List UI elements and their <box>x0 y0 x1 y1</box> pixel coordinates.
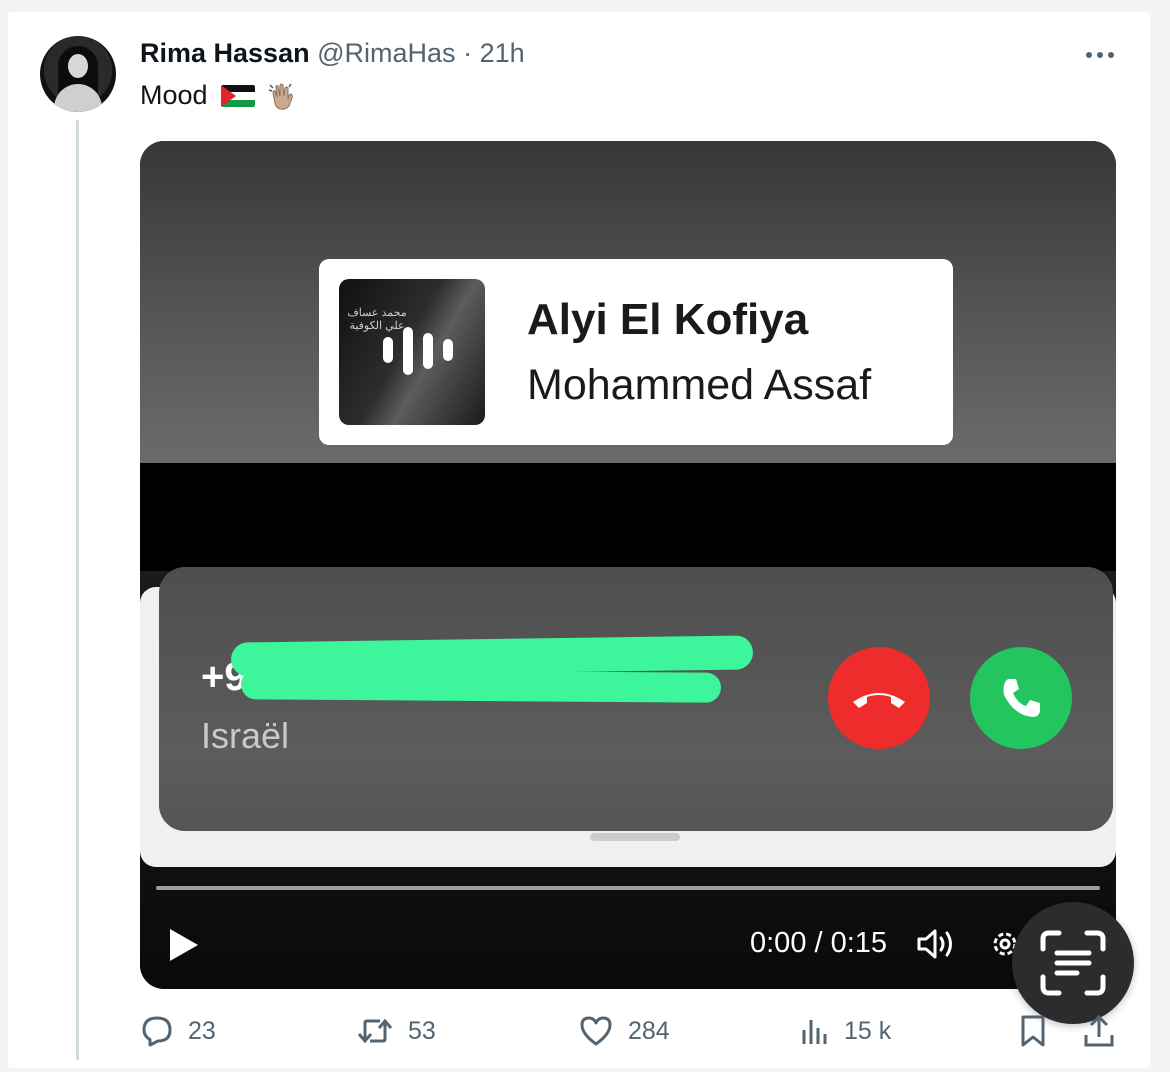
share-icon <box>1084 1014 1114 1047</box>
like-count: 284 <box>628 1016 670 1045</box>
text-scan-icon <box>1040 930 1106 996</box>
video-black-band <box>140 463 1116 583</box>
sheet-grabber <box>590 833 680 841</box>
volume-icon[interactable] <box>916 927 958 961</box>
album-cover: محمد عساف علي الكوفية <box>339 279 485 425</box>
reply-count: 23 <box>188 1016 216 1045</box>
decline-call-button <box>828 647 930 749</box>
song-artist: Mohammed Assaf <box>527 361 872 409</box>
analytics-icon <box>802 1020 827 1044</box>
repost-button[interactable]: 53 <box>356 1008 436 1054</box>
tweet-header: Rima Hassan @RimaHas · 21h <box>140 38 525 69</box>
reply-icon <box>142 1016 172 1047</box>
caller-country: Israël <box>201 715 290 756</box>
reply-button[interactable]: 23 <box>140 1008 216 1054</box>
hang-up-icon <box>853 693 905 708</box>
bookmark-icon <box>1021 1015 1045 1047</box>
accept-call-button <box>970 647 1072 749</box>
redaction-mark <box>240 669 722 703</box>
tweet-text: Mood <box>140 80 297 111</box>
bookmark-button[interactable] <box>1018 1008 1062 1054</box>
repost-icon <box>357 1018 393 1044</box>
video-time: 0:00 / 0:15 <box>750 927 888 959</box>
phone-icon <box>1003 679 1040 717</box>
tweet-text-content: Mood <box>140 80 208 110</box>
repost-count: 53 <box>408 1016 436 1045</box>
video-player[interactable]: محمد عساف علي الكوفية Alyi El Kofiya Moh… <box>140 141 1116 989</box>
avatar[interactable] <box>40 36 116 112</box>
tweet-time[interactable]: 21h <box>480 38 525 68</box>
song-card: محمد عساف علي الكوفية Alyi El Kofiya Moh… <box>319 259 953 445</box>
separator: · <box>463 38 473 68</box>
like-button[interactable]: 284 <box>578 1008 670 1054</box>
play-icon[interactable] <box>164 925 204 965</box>
waving-hand-icon <box>268 83 293 110</box>
incoming-call-card: +9 Israël <box>159 567 1113 831</box>
more-options-icon[interactable] <box>1083 40 1117 70</box>
views-button[interactable]: 15 k <box>800 1008 891 1054</box>
heart-icon <box>580 1016 612 1046</box>
author-handle[interactable]: @RimaHas <box>317 38 455 68</box>
share-button[interactable] <box>1082 1008 1130 1054</box>
visual-lookup-button[interactable] <box>1012 902 1134 1024</box>
song-title: Alyi El Kofiya <box>527 295 809 344</box>
author-name[interactable]: Rima Hassan <box>140 38 310 68</box>
cover-text: محمد عساف علي الكوفية <box>347 307 407 332</box>
thread-line <box>76 120 79 1060</box>
views-count: 15 k <box>844 1016 892 1045</box>
tweet-actions: 23 53 284 15 k <box>0 1008 1170 1058</box>
palestine-flag-icon <box>221 85 256 107</box>
video-progress-bar[interactable] <box>156 886 1100 890</box>
